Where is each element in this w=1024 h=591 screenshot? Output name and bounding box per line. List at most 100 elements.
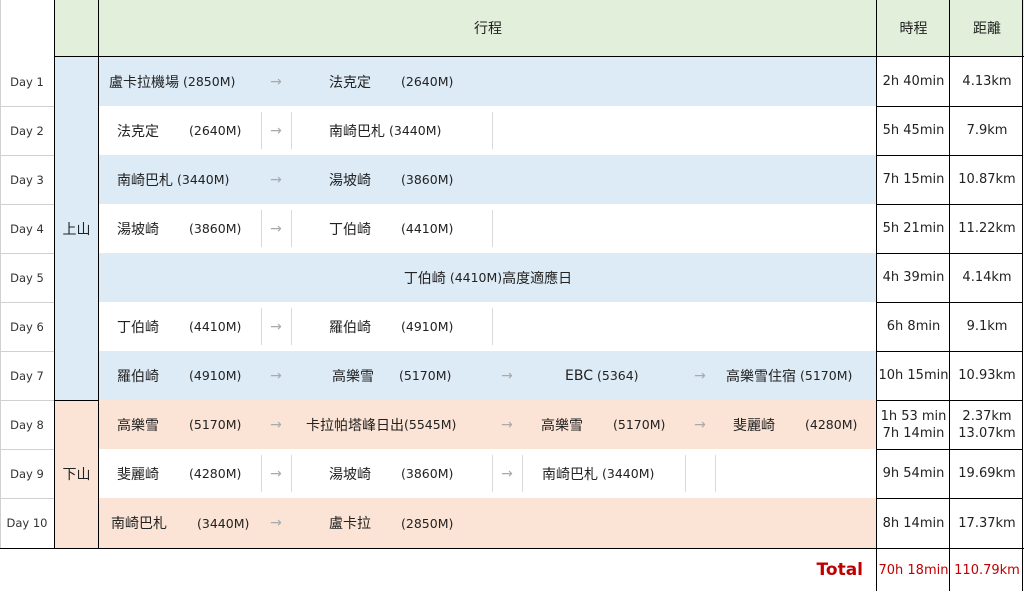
day-duration: 9h 54min xyxy=(882,466,945,481)
stop-name: 南崎巴札 xyxy=(111,516,167,532)
stop-elevation: (3860M) xyxy=(401,466,454,481)
arrow-icon: → xyxy=(270,73,282,90)
stop-name: 高樂雪住宿 xyxy=(726,368,796,385)
arrow-icon: → xyxy=(501,367,513,384)
day-distance: 17.37km xyxy=(958,515,1016,531)
itinerary-row-day-9: 斐麗崎 (4280M) → 湯坡崎 (3860M) → 南崎巴札 (3440M) xyxy=(99,449,877,498)
arrow-icon: → xyxy=(270,416,282,433)
day-duration: 4h 39min xyxy=(882,270,945,285)
stop-name: 盧卡拉 xyxy=(329,516,371,532)
day-label: Day 8 xyxy=(10,417,44,432)
stop-elevation: (3860M) xyxy=(401,172,454,187)
stop-elevation: (2850M) xyxy=(183,74,236,89)
stop: 盧卡拉機場 (2850M) xyxy=(109,57,269,106)
day-duration: 5h 21min xyxy=(882,221,945,236)
stop-elevation: (5170M) xyxy=(613,417,666,432)
day-label: Day 9 xyxy=(10,466,44,481)
day-distance: 19.69km xyxy=(958,466,1016,481)
day-duration: 7h 15min xyxy=(882,172,945,187)
stop-elevation: (3440M) xyxy=(602,466,655,481)
arrow-icon: → xyxy=(694,367,706,384)
header-itinerary: 行程 xyxy=(99,0,877,56)
day-distance: 9.1km xyxy=(966,319,1008,334)
itinerary-row-day-1: 盧卡拉機場 (2850M) → 法克定 (2640M) xyxy=(99,57,877,106)
acclimatization-note: 丁伯崎 (4410M) 高度適應日 xyxy=(99,253,877,302)
day-duration: 8h 14min xyxy=(882,515,945,531)
stop-name: 湯坡崎 xyxy=(329,172,371,189)
day-duration: 6h 8min xyxy=(886,319,941,334)
header-distance: 距離 xyxy=(950,0,1024,56)
itinerary-table: 行程 時程 距離 上山 下山 Day 1 Day 2 Day 3 Day 4 D… xyxy=(0,0,1024,591)
day-duration: 2h 40min xyxy=(882,74,945,89)
stop-name: 羅伯崎 xyxy=(329,319,371,336)
stop-elevation: (5170M) xyxy=(189,417,242,432)
itinerary-row-day-2: 法克定 (2640M) → 南崎巴札 (3440M) xyxy=(99,106,877,155)
stop-name: 斐麗崎 xyxy=(733,417,775,434)
stop-name: 南崎巴札 xyxy=(329,123,385,140)
itinerary-row-day-3: 南崎巴札 (3440M) → 湯坡崎 (3860M) xyxy=(99,155,877,204)
stop-name: 盧卡拉機場 xyxy=(109,74,179,91)
stop-name: EBC xyxy=(565,367,593,384)
stop-elevation: (5364) xyxy=(596,368,639,383)
header-duration: 時程 xyxy=(877,0,950,56)
day-duration: 5h 45min xyxy=(882,123,945,138)
duration-line: 7h 14min xyxy=(882,425,945,441)
stop-elevation: (5170M) xyxy=(399,368,452,383)
stop-name: 法克定 xyxy=(117,123,159,140)
arrow-icon: → xyxy=(270,515,282,531)
day-distance: 7.9km xyxy=(966,123,1008,138)
day-label: Day 3 xyxy=(10,172,44,187)
stop-name: 丁伯崎 xyxy=(329,221,371,238)
day-duration: 10h 15min xyxy=(878,368,949,383)
itinerary-row-day-8: 高樂雪 (5170M) → 卡拉帕塔峰日出 (5545M) → 高樂雪 (5170… xyxy=(99,400,877,449)
day-distance: 4.14km xyxy=(962,270,1012,285)
total-label: Total xyxy=(816,560,863,580)
itinerary-row-day-10: 南崎巴札 (3440M) → 盧卡拉 (2850M) xyxy=(99,498,877,548)
day-label: Day 10 xyxy=(6,516,48,530)
day-label: Day 6 xyxy=(10,319,44,334)
arrow-icon: → xyxy=(270,367,282,384)
arrow-icon: → xyxy=(270,171,282,188)
day-distance: 10.93km xyxy=(958,368,1016,383)
itinerary-row-day-6: 丁伯崎 (4410M) → 羅伯崎 (4910M) xyxy=(99,302,877,351)
total-duration: 70h 18min xyxy=(878,562,949,578)
arrow-icon: → xyxy=(501,465,513,482)
arrow-icon: → xyxy=(270,465,282,482)
stop-elevation: (3860M) xyxy=(189,221,242,236)
stop-elevation: (4410M) xyxy=(401,221,454,236)
stop-name: 湯坡崎 xyxy=(329,466,371,483)
day-distance: 4.13km xyxy=(962,74,1012,89)
stop-name: 斐麗崎 xyxy=(117,466,159,483)
stop-name: 高樂雪 xyxy=(332,368,374,385)
day-label: Day 5 xyxy=(10,270,44,285)
arrow-icon: → xyxy=(694,416,706,433)
arrow-icon: → xyxy=(270,220,282,237)
distance-line: 13.07km xyxy=(958,425,1016,441)
day-duration: 1h 53 min 7h 14min xyxy=(877,400,950,449)
stop-elevation: (3440M) xyxy=(389,123,442,138)
itinerary-row-day-5: 丁伯崎 (4410M) 高度適應日 xyxy=(99,253,877,302)
stop-name: 卡拉帕塔峰日出 xyxy=(306,417,404,434)
itinerary-row-day-7: 羅伯崎 (4910M) → 高樂雪 (5170M) → EBC (5364) → … xyxy=(99,351,877,400)
day-label: Day 1 xyxy=(10,74,44,89)
group-down: 下山 xyxy=(54,400,99,548)
stop-elevation: (3440M) xyxy=(177,172,230,187)
itinerary-row-day-4: 湯坡崎 (3860M) → 丁伯崎 (4410M) xyxy=(99,204,877,253)
stop-name: 湯坡崎 xyxy=(117,221,159,238)
stop-elevation: (5170M) xyxy=(800,368,853,383)
stop-name: 法克定 xyxy=(329,74,371,91)
stop-name: 羅伯崎 xyxy=(117,368,159,385)
distance-line: 2.37km xyxy=(962,408,1012,424)
stop-name: 高樂雪 xyxy=(117,417,159,434)
stop-elevation: (4910M) xyxy=(189,368,242,383)
stop-elevation: (2640M) xyxy=(401,74,454,89)
day-distance: 2.37km 13.07km xyxy=(950,400,1024,449)
stop-elevation: (2640M) xyxy=(189,123,242,138)
arrow-icon: → xyxy=(270,318,282,335)
arrow-icon: → xyxy=(501,416,513,433)
day-label: Day 7 xyxy=(10,368,44,383)
header-corner xyxy=(54,0,99,56)
day-distance: 11.22km xyxy=(958,221,1016,236)
stop-elevation: (3440M) xyxy=(197,515,250,531)
stop-elevation: (4410M) xyxy=(189,319,242,334)
